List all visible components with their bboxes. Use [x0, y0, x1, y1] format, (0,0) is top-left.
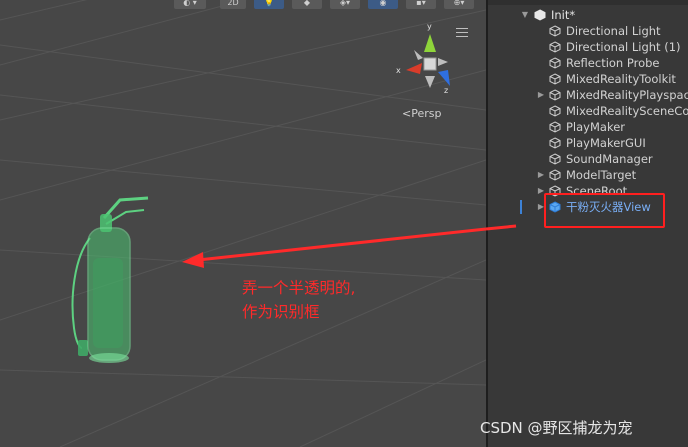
scene-name: Init* [551, 8, 576, 22]
hierarchy-item-label: MixedRealityPlayspace [566, 88, 688, 102]
hierarchy-item-label: ModelTarget [566, 168, 637, 182]
cube-icon [549, 57, 561, 69]
annotation-text: 弄一个半透明的, 作为识别框 [242, 276, 355, 324]
cube-icon [549, 153, 561, 165]
cube-icon [549, 105, 561, 117]
hierarchy-item-label: SoundManager [566, 152, 653, 166]
highlight-box [544, 193, 665, 228]
annotation-arrow [182, 227, 486, 268]
cube-icon [549, 137, 561, 149]
cube-icon [549, 89, 561, 101]
annotation-arrow-tail [486, 224, 517, 231]
selection-marker [520, 200, 522, 214]
watermark: CSDN @野区捕龙为宠 [480, 419, 633, 437]
annotation-line-2: 作为识别框 [242, 303, 320, 321]
cube-icon [549, 73, 561, 85]
cube-icon [549, 41, 561, 53]
scene-view[interactable]: ◐ ▾ 2D 💡 ◆ ◈▾ ◉ ▪▾ ⊕▾ y x z <Persp 弄一个半透… [0, 0, 486, 447]
cube-icon [549, 121, 561, 133]
hierarchy-item-label: MixedRealitySceneContent [566, 104, 688, 118]
hierarchy-item-label: PlayMaker [566, 120, 626, 134]
hierarchy-item-label: Directional Light (1) [566, 40, 681, 54]
hierarchy-item-label: MixedRealityToolkit [566, 72, 676, 86]
annotation-line-1: 弄一个半透明的, [242, 279, 356, 297]
hierarchy-item-label: PlayMakerGUI [566, 136, 646, 150]
hierarchy-item-label: Directional Light [566, 24, 661, 38]
hierarchy-item-label: Reflection Probe [566, 56, 660, 70]
cube-icon [549, 25, 561, 37]
cube-icon [549, 169, 561, 181]
